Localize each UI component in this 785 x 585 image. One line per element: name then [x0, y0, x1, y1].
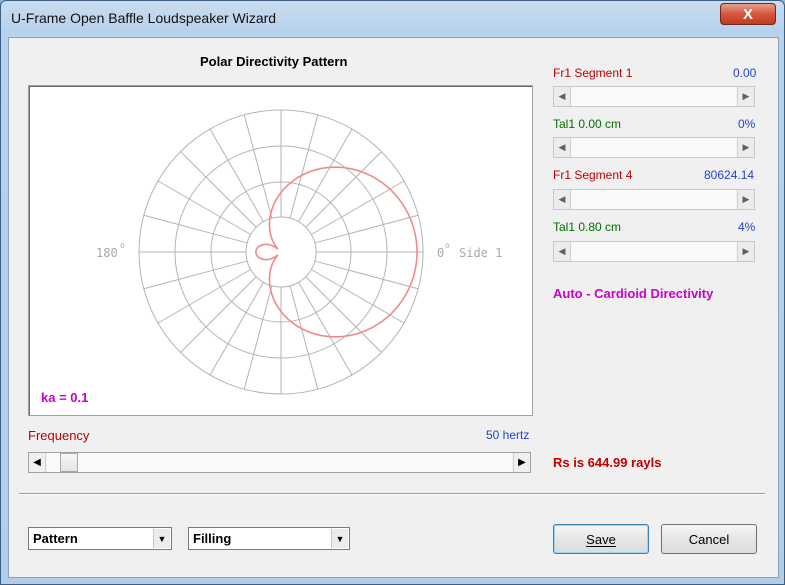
grid-spoke-255: [243, 114, 273, 219]
scroll-right-arrow-icon[interactable]: ▶: [737, 242, 754, 261]
pattern-select[interactable]: Pattern ▼: [28, 527, 172, 550]
segment4-label: Fr1 Segment 4: [553, 168, 633, 182]
scroll-left-arrow-icon[interactable]: ◀: [29, 453, 46, 472]
frequency-slider-thumb[interactable]: [60, 453, 78, 472]
frequency-slider-track[interactable]: [47, 453, 512, 472]
grid-spoke-15: [314, 260, 419, 290]
segment1-value: 0.00: [733, 66, 757, 80]
scroll-left-arrow-icon[interactable]: ◀: [554, 242, 571, 261]
grid-spoke-165: [143, 260, 248, 290]
save-button[interactable]: Save: [553, 524, 649, 554]
tal1-label-a: Tal1 0.00 cm: [553, 117, 622, 131]
tal1-slider-b[interactable]: ◀ ▶: [553, 241, 755, 262]
chevron-down-icon[interactable]: ▼: [153, 529, 170, 548]
frequency-label: Frequency: [28, 428, 90, 443]
directivity-mode-text: Auto - Cardioid Directivity: [553, 286, 714, 301]
filling-select[interactable]: Filling ▼: [188, 527, 350, 550]
scroll-left-arrow-icon[interactable]: ◀: [554, 87, 571, 106]
frequency-slider[interactable]: ◀ ▶: [28, 452, 531, 473]
divider: [19, 493, 765, 495]
save-button-label: Save: [586, 531, 616, 547]
degree-symbol: o: [120, 241, 125, 250]
scroll-left-arrow-icon[interactable]: ◀: [554, 190, 571, 209]
frequency-value: 50 hertz: [486, 428, 530, 442]
window-title: U-Frame Open Baffle Loudspeaker Wizard: [11, 10, 277, 26]
cancel-button[interactable]: Cancel: [661, 524, 757, 554]
segment1-slider-track[interactable]: [572, 87, 736, 106]
angle-label-0: 0: [437, 246, 444, 260]
degree-symbol: o: [445, 241, 450, 250]
cancel-button-label: Cancel: [688, 531, 730, 547]
chevron-down-icon[interactable]: ▼: [331, 529, 348, 548]
scroll-right-arrow-icon[interactable]: ▶: [737, 87, 754, 106]
grid-spoke-105: [243, 285, 273, 390]
tal1-slider-b-track[interactable]: [572, 242, 736, 261]
grid-spoke-75: [289, 285, 319, 390]
tal1-slider-a-track[interactable]: [572, 138, 736, 157]
title-bar[interactable]: U-Frame Open Baffle Loudspeaker Wizard X: [1, 1, 784, 37]
tal1-value-b: 4%: [738, 220, 756, 234]
grid-spoke-195: [143, 214, 248, 244]
pattern-select-value: Pattern: [33, 531, 78, 546]
segment1-label: Fr1 Segment 1: [553, 66, 633, 80]
tal1-slider-a[interactable]: ◀ ▶: [553, 137, 755, 158]
plot-heading: Polar Directivity Pattern: [200, 54, 348, 69]
grid-spoke-285: [289, 114, 319, 219]
scroll-right-arrow-icon[interactable]: ▶: [737, 138, 754, 157]
tal1-label-b: Tal1 0.80 cm: [553, 220, 622, 234]
segment1-slider[interactable]: ◀ ▶: [553, 86, 755, 107]
close-button[interactable]: X: [720, 3, 776, 25]
angle-label-180: 180: [96, 246, 118, 260]
scroll-right-arrow-icon[interactable]: ▶: [513, 453, 530, 472]
scroll-right-arrow-icon[interactable]: ▶: [737, 190, 754, 209]
rs-result-text: Rs is 644.99 rayls: [553, 455, 662, 470]
ka-label: ka = 0.1: [41, 390, 89, 405]
grid-spoke-345: [314, 214, 419, 244]
tal1-value-a: 0%: [738, 117, 756, 131]
segment4-slider[interactable]: ◀ ▶: [553, 189, 755, 210]
segment4-value: 80624.14: [704, 168, 755, 182]
filling-select-value: Filling: [193, 531, 232, 546]
side-label: Side 1: [459, 246, 502, 260]
polar-plot: 180 o 0 o Side 1 ka = 0.1: [28, 85, 533, 416]
close-icon: X: [742, 5, 753, 23]
scroll-left-arrow-icon[interactable]: ◀: [554, 138, 571, 157]
segment4-slider-track[interactable]: [572, 190, 736, 209]
polar-chart-canvas: 180o0oSide 1: [96, 109, 502, 395]
